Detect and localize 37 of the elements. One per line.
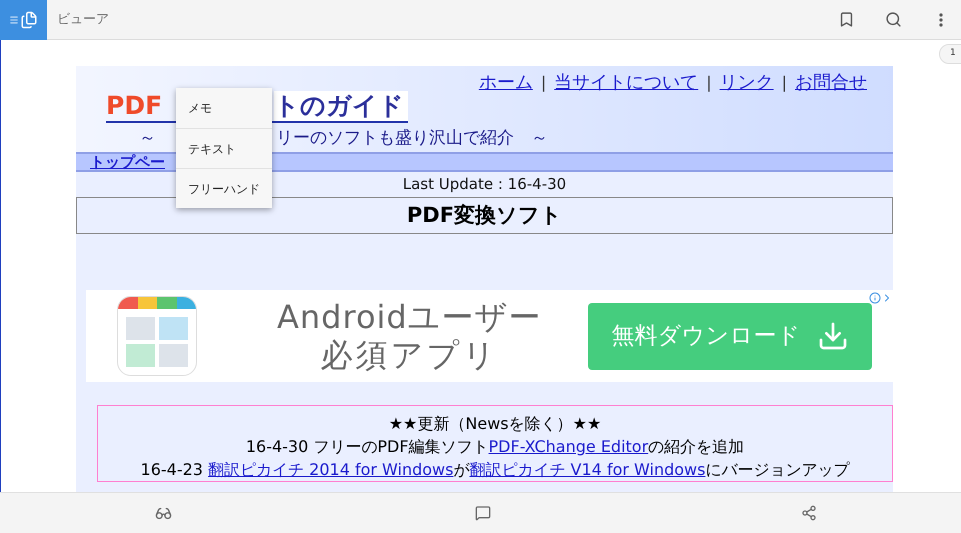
news-link[interactable]: 翻訳ピカイチ V14 for Windows: [469, 460, 706, 479]
subtitle-text: リーのソフトも盛り沢山で紹介 ～: [276, 127, 548, 150]
ad-headline: Androidユーザー: [277, 298, 542, 336]
download-icon: [816, 320, 848, 352]
menu-item[interactable]: フリーハンド: [176, 168, 272, 208]
breadcrumb-link[interactable]: トップペー: [90, 154, 165, 170]
news-line: 16-4-30 フリーのPDF編集ソフト PDF-XChange Editorの紹介を追加: [246, 436, 744, 458]
share-icon: [801, 505, 817, 521]
document-icon: [20, 10, 38, 28]
page-heading: PDF変換ソフト: [406, 202, 562, 229]
app-icon: [117, 296, 197, 376]
page-number-badge: 1: [939, 44, 961, 64]
nav-separator: |: [706, 72, 712, 94]
nav-link[interactable]: 当サイトについて: [554, 71, 698, 95]
menu-item[interactable]: テキスト: [176, 128, 272, 168]
nav-separator: |: [540, 72, 546, 94]
nav-link[interactable]: リンク: [720, 71, 774, 95]
info-icon[interactable]: [869, 292, 881, 304]
window-title: ビューア: [57, 10, 109, 29]
search-icon: [884, 11, 902, 28]
menu-item[interactable]: メモ: [176, 88, 272, 128]
last-update-text: Last Update : 16-4-30: [402, 174, 566, 196]
speech-bubble-icon: [475, 505, 491, 521]
news-link[interactable]: PDF-XChange Editor: [488, 437, 648, 456]
logo-text: PDF: [106, 91, 162, 123]
news-line: 16-4-23 翻訳ピカイチ 2014 for Windowsが翻訳ピカイチ V14 for Windowsにバージョンアップ: [140, 459, 850, 481]
logo-text: トのガイド: [274, 91, 408, 123]
nav-link[interactable]: お問合せ: [795, 71, 867, 95]
subtitle-text: ～: [139, 127, 156, 150]
menu-icon: [9, 14, 19, 24]
news-link[interactable]: 翻訳ピカイチ 2014 for Windows: [208, 460, 454, 479]
nav-separator: |: [782, 72, 787, 94]
document-menu-button[interactable]: [0, 0, 47, 40]
news-title: ★★更新（Newsを除く）★★: [388, 413, 602, 435]
more-icon: [939, 12, 943, 26]
nav-link[interactable]: ホーム: [478, 71, 533, 95]
ad-subline: 必須アプリ: [320, 336, 498, 374]
